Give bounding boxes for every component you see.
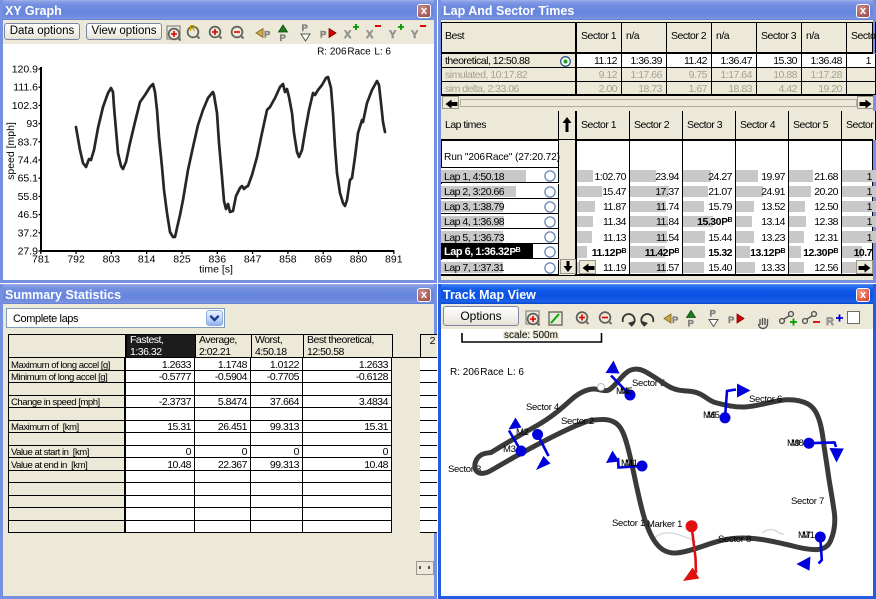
svg-text:869: 869: [314, 254, 332, 266]
svg-text:P: P: [672, 315, 679, 326]
svg-text:Sector 6: Sector 6: [749, 394, 782, 405]
svg-text:M3: M3: [503, 444, 516, 455]
svg-text:102.3: 102.3: [12, 100, 38, 112]
svg-text:M1: M1: [802, 530, 815, 541]
svg-text:781: 781: [32, 254, 50, 266]
svg-text:P: P: [710, 309, 717, 320]
svg-text:R: R: [826, 316, 834, 328]
svg-text:847: 847: [244, 254, 262, 266]
svg-text:55.8: 55.8: [18, 191, 39, 203]
svg-text:792: 792: [67, 254, 85, 266]
svg-text:M5: M5: [707, 410, 720, 421]
svg-text:65.1: 65.1: [18, 173, 39, 185]
svg-text:P: P: [280, 33, 287, 44]
svg-text:R: 206 Race L: 6: R: 206 Race L: 6: [450, 367, 524, 378]
svg-text:scale: 500m: scale: 500m: [504, 330, 558, 341]
svg-text:X: X: [366, 29, 374, 41]
svg-text:46.5: 46.5: [18, 209, 39, 221]
svg-text:R: R: [190, 24, 196, 33]
svg-text:Marker 1: Marker 1: [647, 519, 682, 530]
svg-text:37.2: 37.2: [18, 227, 39, 239]
svg-text:M5: M5: [620, 386, 633, 397]
svg-text:Sector 4: Sector 4: [526, 402, 559, 413]
svg-text:74.4: 74.4: [18, 155, 39, 167]
svg-text:P: P: [688, 319, 695, 330]
svg-text:time [s]: time [s]: [199, 264, 233, 276]
svg-text:Y: Y: [411, 29, 419, 41]
svg-text:M1: M1: [625, 458, 638, 469]
svg-text:93: 93: [26, 118, 38, 130]
svg-text:R: 206 Race L: 6: R: 206 Race L: 6: [317, 47, 391, 58]
svg-text:M8: M8: [791, 438, 804, 449]
svg-text:83.7: 83.7: [18, 136, 39, 148]
svg-text:Sector 8: Sector 8: [718, 534, 751, 545]
svg-text:M2: M2: [516, 427, 529, 438]
svg-text:P: P: [728, 315, 735, 326]
svg-text:Sector 2: Sector 2: [561, 416, 594, 427]
svg-text:P: P: [264, 30, 271, 41]
svg-text:speed [mph]: speed [mph]: [5, 122, 17, 180]
svg-text:X: X: [344, 29, 352, 41]
svg-text:Sector 1: Sector 1: [612, 518, 645, 529]
svg-text:880: 880: [350, 254, 368, 266]
svg-text:111.6: 111.6: [13, 82, 38, 94]
svg-text:825: 825: [173, 254, 191, 266]
svg-text:Y: Y: [389, 29, 397, 41]
svg-text:Sector 7: Sector 7: [791, 496, 824, 507]
svg-text:814: 814: [138, 254, 156, 266]
svg-text:P: P: [320, 30, 327, 41]
svg-text:120.9: 120.9: [12, 64, 38, 76]
svg-text:803: 803: [103, 254, 121, 266]
svg-text:858: 858: [279, 254, 297, 266]
svg-text:P: P: [302, 23, 309, 34]
svg-text:891: 891: [385, 254, 403, 266]
